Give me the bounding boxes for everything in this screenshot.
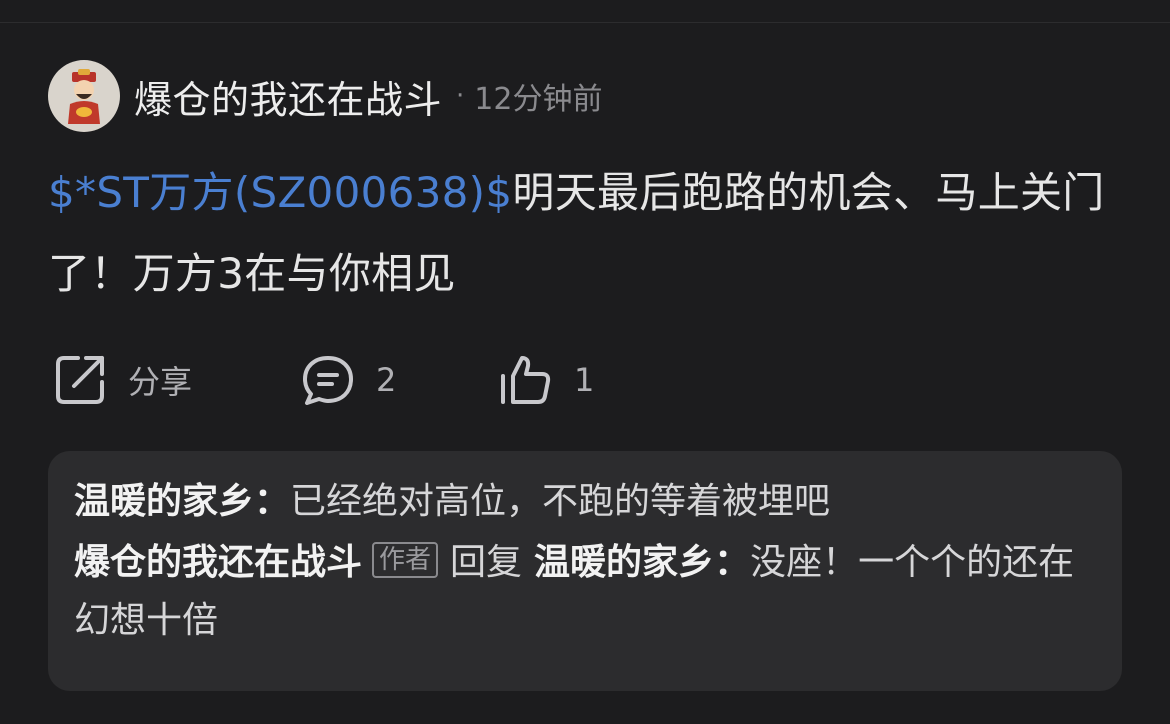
thumbs-up-icon [498,352,554,408]
author-badge: 作者 [372,542,439,578]
reply-colon: ： [714,542,751,583]
reply-colon: ： [254,481,291,522]
post-header: 爆仓的我还在战斗 · 12分钟前 [48,60,602,132]
reply-author[interactable]: 温暖的家乡 [74,481,254,522]
share-button[interactable]: 分享 [52,350,192,410]
like-button[interactable]: 1 [498,350,594,410]
reply-item[interactable]: 爆仓的我还在战斗 作者 回复 温暖的家乡：没座！一个个的还在幻想十倍 [74,534,1094,650]
reply-target[interactable]: 温暖的家乡 [534,542,714,583]
reply-to-word: 回复 [450,542,523,583]
action-bar: 分享 2 1 [52,350,1052,410]
post-timestamp: 12分钟前 [474,82,603,117]
separator-dot: · [456,81,465,111]
caishen-avatar-icon [68,69,100,124]
comment-icon [300,352,356,408]
like-count: 1 [574,361,595,399]
reply-list: 温暖的家乡：已经绝对高位，不跑的等着被埋吧 爆仓的我还在战斗 作者 回复 温暖的家乡：… [48,451,1122,691]
stock-link[interactable]: $*ST万方(SZ000638)$ [48,168,512,217]
share-icon [52,352,108,408]
reply-item[interactable]: 温暖的家乡：已经绝对高位，不跑的等着被埋吧 [74,473,1094,531]
comment-button[interactable]: 2 [300,350,396,410]
reply-text: 已经绝对高位，不跑的等着被埋吧 [290,481,831,522]
post-body: $*ST万方(SZ000638)$明天最后跑路的机会、马上关门了！万方3在与你相… [48,152,1128,314]
top-divider [0,22,1170,23]
avatar[interactable] [48,60,120,132]
author-name[interactable]: 爆仓的我还在战斗 [134,69,442,124]
share-label: 分享 [128,363,193,401]
reply-author[interactable]: 爆仓的我还在战斗 [74,542,362,583]
comment-count: 2 [376,361,397,399]
